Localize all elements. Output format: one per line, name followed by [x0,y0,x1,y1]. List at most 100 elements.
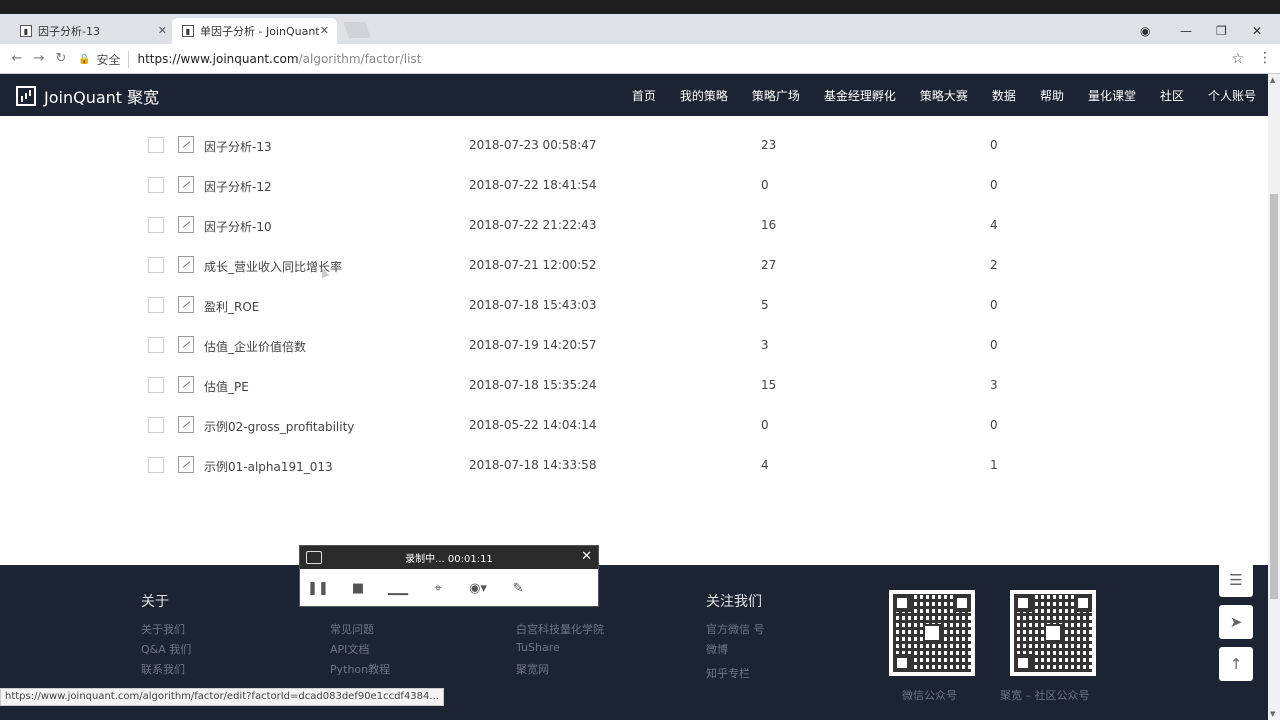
browser-tab-2[interactable]: ▮ 单因子分析 - JoinQuant ✕ [172,18,337,44]
nav-help[interactable]: 帮助 [1040,87,1064,104]
footer-link[interactable]: Q&A 我们 [141,641,191,657]
close-window-icon[interactable]: ✕ [1252,24,1262,38]
pen-icon[interactable]: ✎ [508,578,528,598]
forward-icon[interactable]: → [28,51,50,66]
factor-name-link[interactable]: 因子分析-10 [204,218,272,235]
browser-tab-1[interactable]: ▮ 因子分析-13 ✕ [10,18,175,44]
table-row[interactable]: 估值_企业价值倍数 2018-07-19 14:20:57 3 0 [0,325,1268,365]
row-checkbox[interactable] [148,217,164,233]
tab-title: 因子分析-13 [38,25,100,38]
factor-time: 2018-05-22 14:04:14 [469,418,597,432]
factor-name-link[interactable]: 因子分析-13 [204,138,272,155]
table-row[interactable]: 示例01-alpha191_013 2018-07-18 14:33:58 4 … [0,445,1268,485]
url-path: /algorithm/factor/list [298,52,422,66]
scroll-down-icon[interactable]: ▼ [1270,710,1275,718]
list-view-icon[interactable]: ☰ [1219,563,1253,597]
factor-chart-icon [178,296,194,313]
footer-link[interactable]: 关于我们 [141,621,185,637]
row-checkbox[interactable] [148,137,164,153]
scroll-up-icon[interactable]: ▲ [1270,76,1275,84]
row-checkbox[interactable] [148,417,164,433]
browser-menu-icon[interactable]: ⋮ [1258,50,1272,66]
footer-link[interactable]: Python教程 [330,661,390,677]
factor-name-link[interactable]: 估值_企业价值倍数 [204,338,306,355]
factor-name-link[interactable]: 示例02-gross_profitability [204,418,354,435]
factor-time: 2018-07-18 15:43:03 [469,298,597,312]
nav-my-strategies[interactable]: 我的策略 [680,87,728,104]
footer-link[interactable]: 常见问题 [330,621,374,637]
table-row[interactable]: 因子分析-13 2018-07-23 00:58:47 23 0 [0,125,1268,165]
factor-count-a: 27 [761,258,777,272]
bookmark-star-icon[interactable]: ☆ [1231,51,1244,67]
nav-contest[interactable]: 策略大赛 [920,87,968,104]
address-bar: ← → ↻ 🔒 安全 https://www.joinquant.com/alg… [0,44,1280,74]
site-logo[interactable]: JoinQuant 聚宽 [16,84,159,108]
footer-link[interactable]: 官方微信 号 [706,621,765,637]
scrollbar-thumb[interactable] [1270,194,1278,599]
table-row[interactable]: 示例02-gross_profitability 2018-05-22 14:0… [0,405,1268,445]
new-tab-button[interactable] [343,22,371,38]
stop-icon[interactable]: ■ [348,578,368,598]
footer-link[interactable]: 联系我们 [141,661,185,677]
factor-count-b: 0 [990,338,998,352]
nav-home[interactable]: 首页 [632,87,656,104]
table-row[interactable]: 成长_营业收入同比增长率 2018-07-21 12:00:52 27 2 [0,245,1268,285]
wechat-qr-code [889,590,975,676]
feedback-send-icon[interactable]: ➤ [1219,605,1253,639]
nav-account[interactable]: 个人账号 [1208,87,1256,104]
url-field[interactable]: 🔒 安全 https://www.joinquant.com/algorithm… [78,48,1254,70]
factor-count-b: 2 [990,258,998,272]
profile-icon[interactable]: ◉ [1140,24,1150,38]
factor-chart-icon [178,256,194,273]
factor-count-a: 23 [761,138,777,152]
footer-link[interactable]: API文档 [330,641,369,657]
table-row[interactable]: 盈利_ROE 2018-07-18 15:43:03 5 0 [0,285,1268,325]
nav-fund-incubation[interactable]: 基金经理孵化 [824,87,896,104]
cursor-highlight-icon[interactable]: ⌖ [428,578,448,598]
close-tab-icon[interactable]: ✕ [158,24,167,37]
factor-time: 2018-07-23 00:58:47 [469,138,597,152]
footer-link[interactable]: 微博 [706,641,728,657]
row-checkbox[interactable] [148,177,164,193]
reload-icon[interactable]: ↻ [50,51,72,66]
back-icon[interactable]: ← [6,51,28,66]
factor-name-link[interactable]: 估值_PE [204,378,249,395]
nav-quant-class[interactable]: 量化课堂 [1088,87,1136,104]
row-checkbox[interactable] [148,337,164,353]
footer-link[interactable]: 知乎专栏 [706,665,750,681]
footer-link[interactable]: 聚宽网 [516,661,549,677]
pause-icon[interactable]: ❚❚ [307,578,329,598]
minimize-bar-icon[interactable]: ▁▁ [388,578,408,598]
factor-chart-icon [178,176,194,193]
factor-name-link[interactable]: 盈利_ROE [204,298,259,315]
close-tab-icon[interactable]: ✕ [320,24,329,37]
footer-link[interactable]: 白宫科技量化学院 [516,621,604,637]
row-checkbox[interactable] [148,377,164,393]
factor-time: 2018-07-18 14:33:58 [469,458,597,472]
nav-community[interactable]: 社区 [1160,87,1184,104]
table-row[interactable]: 因子分析-12 2018-07-22 18:41:54 0 0 [0,165,1268,205]
maximize-icon[interactable]: ❐ [1216,24,1227,38]
back-to-top-icon[interactable]: ↑ [1219,647,1253,681]
logo-text: JoinQuant 聚宽 [44,88,160,107]
row-checkbox[interactable] [148,457,164,473]
webcam-icon[interactable]: ◉▾ [468,578,488,598]
row-checkbox[interactable] [148,297,164,313]
factor-count-b: 1 [990,458,998,472]
url-host: https://www.joinquant.com [137,52,299,66]
close-icon[interactable]: ✕ [581,549,592,564]
page-scrollbar[interactable]: ▲ ▼ [1268,74,1280,720]
footer-link[interactable]: TuShare [516,641,560,654]
row-checkbox[interactable] [148,257,164,273]
minimize-icon[interactable]: — [1180,24,1192,38]
camera-icon [306,551,322,564]
factor-name-link[interactable]: 示例01-alpha191_013 [204,458,333,475]
community-qr-code [1010,590,1096,676]
table-row[interactable]: 估值_PE 2018-07-18 15:35:24 15 3 [0,365,1268,405]
table-row[interactable]: 因子分析-10 2018-07-22 21:22:43 16 4 [0,205,1268,245]
factor-chart-icon [178,376,194,393]
factor-count-b: 0 [990,298,998,312]
factor-name-link[interactable]: 因子分析-12 [204,178,272,195]
nav-data[interactable]: 数据 [992,87,1016,104]
nav-strategy-square[interactable]: 策略广场 [752,87,800,104]
